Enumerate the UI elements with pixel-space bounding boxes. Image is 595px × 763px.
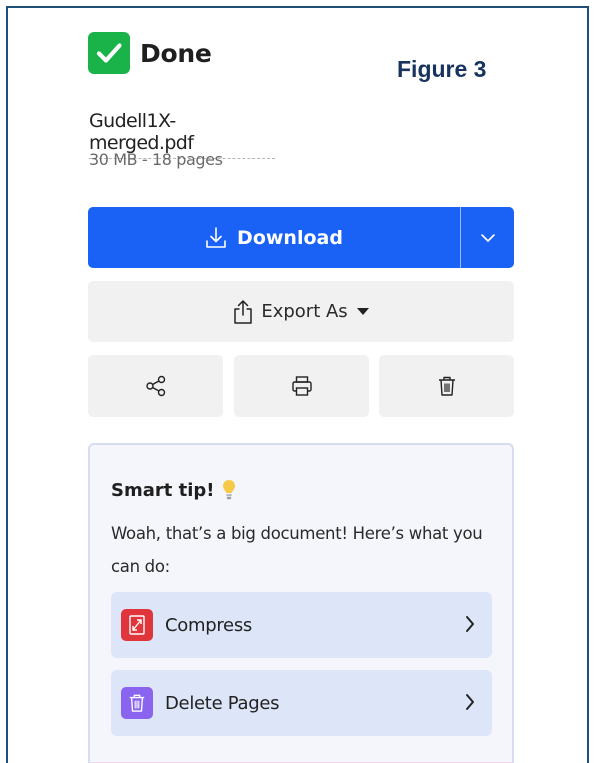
share-icon [145, 375, 165, 397]
compress-label: Compress [165, 614, 252, 636]
share-button[interactable] [88, 355, 223, 417]
delete-pages-label: Delete Pages [165, 692, 280, 714]
chevron-right-icon [466, 616, 474, 632]
smart-tip-title: Smart tip! [111, 479, 236, 501]
delete-pages-action[interactable]: Delete Pages [111, 670, 492, 736]
compress-icon [121, 609, 153, 641]
download-icon [206, 226, 226, 248]
export-as-button[interactable]: Export As [88, 281, 514, 342]
compress-action[interactable]: Compress [111, 592, 492, 658]
chevron-right-icon [466, 694, 474, 710]
download-options-button[interactable] [460, 207, 514, 268]
status-title: Done [140, 38, 212, 68]
caret-down-icon [356, 308, 369, 315]
figure-label: Figure 3 [397, 56, 487, 82]
check-icon [88, 32, 130, 74]
export-as-label: Export As [261, 301, 348, 322]
trash-icon [438, 376, 455, 396]
smart-tip-card: Smart tip! Woah, that’s a big document! … [88, 443, 514, 763]
print-button[interactable] [234, 355, 369, 417]
smart-tip-body: Woah, that’s a big document! Here’s what… [111, 524, 483, 576]
download-label: Download [237, 226, 343, 249]
smart-tip-heading: Smart tip! [111, 479, 215, 501]
printer-icon [291, 376, 312, 396]
chevron-down-icon [480, 233, 495, 242]
download-button[interactable]: Download [88, 207, 460, 268]
file-meta: 30 MB - 18 pages [89, 150, 223, 169]
share-upload-icon [234, 299, 253, 324]
download-group: Download [88, 207, 514, 268]
delete-button[interactable] [379, 355, 514, 417]
status-header: Done [88, 32, 212, 74]
trash-icon [121, 687, 153, 719]
lightbulb-icon [223, 480, 236, 500]
